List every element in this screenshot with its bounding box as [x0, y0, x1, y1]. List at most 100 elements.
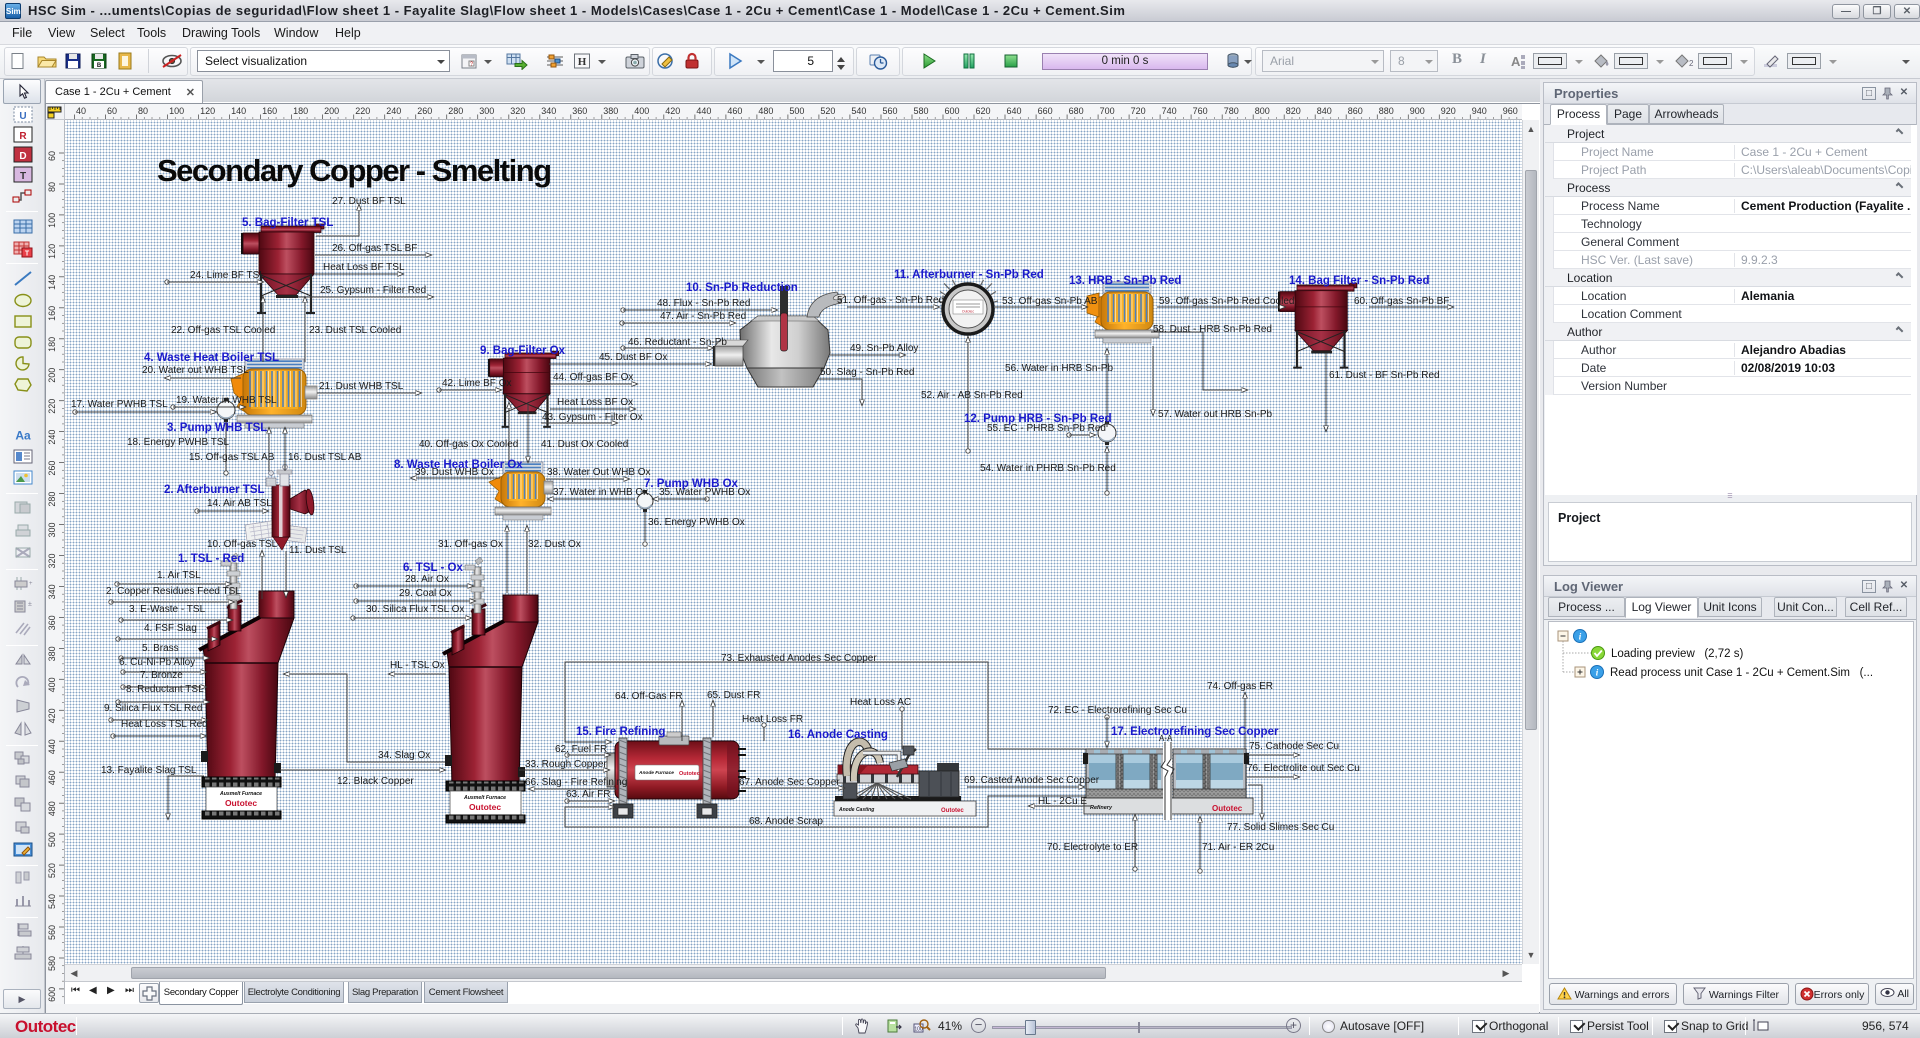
svg-text:380: 380	[603, 106, 618, 116]
svg-text:62. Fuel FR: 62. Fuel FR	[555, 744, 607, 755]
svg-text:6. TSL - Ox: 6. TSL - Ox	[403, 562, 463, 574]
svg-text:160: 160	[262, 106, 277, 116]
svg-text:3. Pump WHB TSL: 3. Pump WHB TSL	[167, 422, 267, 434]
svg-text:9. Silica Flux TSL Red: 9. Silica Flux TSL Red	[104, 703, 202, 714]
svg-text:T: T	[20, 171, 26, 182]
svg-text:400: 400	[47, 677, 57, 692]
svg-text:180: 180	[293, 106, 308, 116]
svg-text:600: 600	[47, 987, 57, 1002]
svg-text:500: 500	[789, 106, 804, 116]
svg-text:59. Off-gas Sn-Pb Red Cooled: 59. Off-gas Sn-Pb Red Cooled	[1159, 296, 1294, 307]
svg-text:49. Sn-Pb Alloy: 49. Sn-Pb Alloy	[850, 343, 918, 354]
svg-text:38. Water Out WHB Ox: 38. Water Out WHB Ox	[547, 467, 651, 478]
svg-text:60. Off-gas Sn-Pb BF: 60. Off-gas Sn-Pb BF	[1354, 296, 1449, 307]
svg-text:Ausmelt Furnace: Ausmelt Furnace	[219, 791, 262, 797]
svg-text:500: 500	[47, 832, 57, 847]
svg-text:Outotec: Outotec	[679, 771, 700, 777]
svg-text:460: 460	[727, 106, 742, 116]
svg-text:?: ?	[470, 61, 473, 67]
svg-text:580: 580	[47, 956, 57, 971]
svg-text:Outotec: Outotec	[225, 798, 257, 808]
svg-text:52. Air - AB Sn-Pb Red: 52. Air - AB Sn-Pb Red	[921, 390, 1023, 401]
svg-text:440: 440	[696, 106, 711, 116]
svg-text:25. Gypsum - Filter Red: 25. Gypsum - Filter Red	[320, 285, 426, 296]
svg-text:69. Casted Anode Sec Copper: 69. Casted Anode Sec Copper	[964, 775, 1100, 786]
svg-text:180: 180	[47, 337, 57, 352]
svg-text:240: 240	[386, 106, 401, 116]
svg-text:700: 700	[1100, 106, 1115, 116]
svg-text:57. Water out HRB Sn-Pb: 57. Water out HRB Sn-Pb	[1158, 409, 1273, 420]
svg-text:480: 480	[758, 106, 773, 116]
svg-text:360: 360	[572, 106, 587, 116]
svg-text:73. Exhausted Anodes Sec Coppe: 73. Exhausted Anodes Sec Copper	[721, 653, 877, 664]
svg-text:67. Anode Sec Copper: 67. Anode Sec Copper	[739, 777, 840, 788]
svg-text:780: 780	[1224, 106, 1239, 116]
svg-text:60: 60	[47, 151, 57, 161]
svg-text:19. Water in WHB TSL: 19. Water in WHB TSL	[176, 395, 277, 406]
svg-text:580: 580	[914, 106, 929, 116]
svg-text:8. Waste Heat Boiler Ox: 8. Waste Heat Boiler Ox	[394, 459, 523, 471]
svg-text:120: 120	[200, 106, 215, 116]
svg-text:480: 480	[47, 801, 57, 816]
svg-text:74. Off-gas ER: 74. Off-gas ER	[1207, 681, 1273, 692]
svg-text:340: 340	[541, 106, 556, 116]
svg-text:11. Afterburner - Sn-Pb Red: 11. Afterburner - Sn-Pb Red	[894, 269, 1044, 281]
svg-text:50. Slag - Sn-Pb Red: 50. Slag - Sn-Pb Red	[820, 367, 915, 378]
svg-text:260: 260	[47, 461, 57, 476]
svg-text:200: 200	[324, 106, 339, 116]
svg-text:540: 540	[851, 106, 866, 116]
svg-text:280: 280	[448, 106, 463, 116]
svg-text:400: 400	[634, 106, 649, 116]
svg-text:2. Afterburner TSL: 2. Afterburner TSL	[164, 484, 265, 496]
svg-text:30. Silica Flux TSL Ox: 30. Silica Flux TSL Ox	[366, 604, 464, 615]
svg-text:5. Brass: 5. Brass	[142, 643, 179, 654]
svg-text:77. Solid Slimes Sec Cu: 77. Solid Slimes Sec Cu	[1227, 822, 1334, 833]
svg-text:Ausmelt Furnace: Ausmelt Furnace	[463, 795, 506, 801]
svg-text:380: 380	[47, 646, 57, 661]
svg-text:Aa: Aa	[15, 429, 31, 443]
svg-text:40. Off-gas Ox Cooled: 40. Off-gas Ox Cooled	[419, 439, 518, 450]
svg-text:10. Sn-Pb Reduction: 10. Sn-Pb Reduction	[686, 282, 798, 294]
svg-text:80: 80	[138, 106, 148, 116]
svg-text:B: B	[97, 63, 102, 69]
svg-text:14. Bag Filter - Sn-Pb Red: 14. Bag Filter - Sn-Pb Red	[1289, 275, 1430, 287]
svg-text:12. Pump HRB - Sn-Pb Red: 12. Pump HRB - Sn-Pb Red	[964, 413, 1112, 425]
svg-text:200: 200	[47, 368, 57, 383]
svg-text:100: 100	[47, 213, 57, 228]
svg-text:18. Energy PWHB TSL: 18. Energy PWHB TSL	[127, 437, 230, 448]
svg-text:560: 560	[47, 925, 57, 940]
svg-text:220: 220	[355, 106, 370, 116]
svg-text:80: 80	[47, 182, 57, 192]
svg-text:+: +	[29, 581, 33, 587]
svg-text:940: 940	[1472, 106, 1487, 116]
svg-text:Outotec: Outotec	[469, 802, 501, 812]
svg-text:48. Flux - Sn-Pb Red: 48. Flux - Sn-Pb Red	[657, 298, 750, 309]
svg-text:40: 40	[76, 106, 86, 116]
svg-text:H: H	[578, 56, 587, 68]
svg-text:22. Off-gas TSL Cooled: 22. Off-gas TSL Cooled	[171, 325, 275, 336]
svg-text:64. Off-Gas FR: 64. Off-Gas FR	[615, 691, 683, 702]
svg-text:420: 420	[665, 106, 680, 116]
svg-text:Outotec: Outotec	[941, 808, 964, 814]
svg-text:13. HRB - Sn-Pb Red: 13. HRB - Sn-Pb Red	[1069, 275, 1181, 287]
svg-text:A: A	[1511, 54, 1521, 69]
svg-text:43. Gypsum - Filter Ox: 43. Gypsum - Filter Ox	[542, 412, 643, 423]
svg-text:9. Bag-Filter Ox: 9. Bag-Filter Ox	[480, 345, 566, 357]
svg-text:8. Reductant TSL: 8. Reductant TSL	[126, 684, 204, 695]
svg-text:560: 560	[883, 106, 898, 116]
svg-text:660: 660	[1038, 106, 1053, 116]
svg-text:Loading preview (2,72 s): Loading preview (2,72 s)	[1611, 648, 1743, 660]
svg-text:68. Anode Scrap: 68. Anode Scrap	[749, 816, 823, 827]
svg-text:76. Electrolite out Sec Cu: 76. Electrolite out Sec Cu	[1247, 763, 1360, 774]
svg-text:320: 320	[510, 106, 525, 116]
svg-text:520: 520	[47, 863, 57, 878]
svg-text:56. Water in HRB Sn-Pb: 56. Water in HRB Sn-Pb	[1005, 363, 1113, 374]
svg-text:10. Off-gas TSL: 10. Off-gas TSL	[207, 539, 278, 550]
svg-text:20. Water out WHB TSL: 20. Water out WHB TSL	[142, 365, 249, 376]
svg-text:36. Energy PWHB Ox: 36. Energy PWHB Ox	[648, 517, 745, 528]
svg-text:58. Dust - HRB Sn-Pb Red: 58. Dust - HRB Sn-Pb Red	[1153, 324, 1272, 335]
svg-text:17. Electrorefining Sec Copper: 17. Electrorefining Sec Copper	[1111, 726, 1279, 738]
svg-text:15. Off-gas TSL AB: 15. Off-gas TSL AB	[189, 452, 275, 463]
svg-text:41. Dust Ox Cooled: 41. Dust Ox Cooled	[541, 439, 628, 450]
svg-text:2. Copper Residues Feed TSL: 2. Copper Residues Feed TSL	[106, 586, 241, 597]
